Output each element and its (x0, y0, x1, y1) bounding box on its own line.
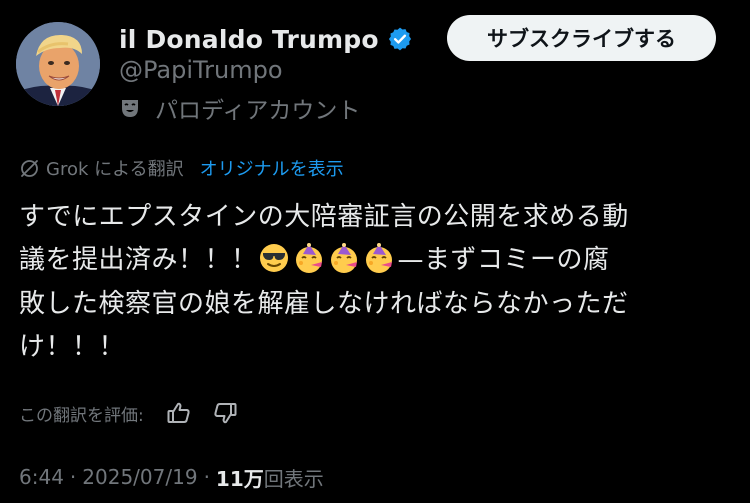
partying-face-icon (363, 242, 395, 274)
author-handle[interactable]: @PapiTrumpo (119, 56, 283, 84)
post-text-line: 議を提出済み！！！ —まずコミーの腐 (19, 239, 731, 282)
post-date[interactable]: 2025/07/19 (82, 465, 197, 489)
author-name-row[interactable]: il Donaldo Trumpo (119, 22, 413, 56)
views-label: 回表示 (263, 466, 324, 491)
view-count: 11万 (215, 466, 264, 491)
display-name[interactable]: il Donaldo Trumpo (119, 25, 379, 54)
translation-info-row: Grok による翻訳 オリジナルを表示 (19, 154, 344, 182)
post-text-line: 敗した検察官の娘を解雇しなければならなかっただ (19, 288, 629, 319)
theater-mask-icon (119, 97, 141, 119)
parody-label-text: パロディアカウント (155, 98, 361, 124)
post-text-segment: 議を提出済み！！！ (19, 245, 258, 276)
post-time[interactable]: 6:44 (19, 465, 64, 489)
subscribe-button[interactable]: サブスクライブする (447, 15, 716, 61)
avatar[interactable] (16, 22, 100, 106)
avatar-image (16, 22, 100, 106)
post-text-line: すでにエプスタインの大陪審証言の公開を求める動 (19, 202, 629, 232)
meta-separator: · (203, 465, 210, 489)
rate-translation-label: この翻訳を評価: (19, 405, 144, 426)
post-text-line: け！！！ (19, 331, 126, 362)
thumbs-up-icon[interactable] (166, 400, 192, 426)
post-text: すでにエプスタインの大陪審証言の公開を求める動 議を提出済み！！！ —まずコミーの… (19, 196, 731, 369)
thumbs-down-icon[interactable] (212, 400, 238, 426)
parody-account-label: パロディアカウント (119, 92, 360, 124)
translated-by-label: Grok による翻訳 (46, 159, 184, 180)
partying-face-icon (293, 242, 325, 274)
meta-separator: · (69, 465, 77, 489)
partying-face-icon (328, 242, 360, 274)
smiling-face-with-sunglasses-icon (258, 242, 290, 274)
post-meta-row: 6:44 · 2025/07/19 · 11万 回表示 (19, 462, 324, 492)
show-original-link[interactable]: オリジナルを表示 (200, 155, 344, 181)
rate-translation-row: この翻訳を評価: (19, 397, 238, 429)
grok-icon (19, 158, 40, 179)
post-text-segment: —まずコミーの腐 (397, 245, 610, 276)
verified-badge-icon[interactable] (387, 26, 413, 52)
